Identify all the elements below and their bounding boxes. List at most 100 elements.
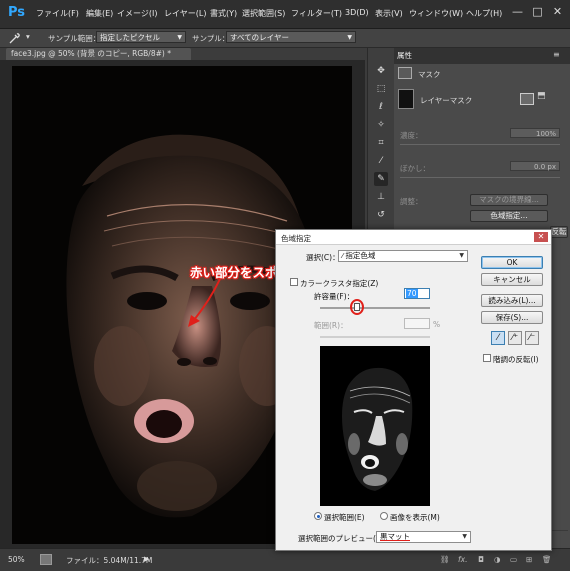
lasso-tool-icon[interactable]: ℓ [374,100,388,114]
export-icon[interactable] [40,554,52,565]
eyedropper-tool-icon[interactable]: ⁄ [374,154,388,168]
menu-window[interactable]: ウィンドウ(W) [409,8,463,19]
new-layer-icon[interactable]: ⊞ [526,555,532,564]
mask-section-title: マスク [418,70,441,79]
pixel-mask-button-icon[interactable] [520,93,534,105]
range-field[interactable] [404,318,430,329]
chevron-down-icon: ▼ [462,533,467,540]
panel-tab-bar [394,48,570,64]
cancel-button[interactable]: キャンセル [481,273,543,286]
tab-properties[interactable]: 属性 [397,50,412,61]
mask-icon [398,67,412,79]
panel-menu-icon[interactable]: ≡ [553,50,560,59]
close-window-icon[interactable]: ✕ [550,4,565,19]
fuzziness-field[interactable]: 70 [404,288,430,299]
fx-icon[interactable]: fx. [458,555,467,564]
radio-image[interactable] [380,512,388,520]
range-slider-track[interactable] [320,336,430,338]
sample-size-value: 指定したピクセル [100,33,160,42]
chevron-down-icon: ▼ [177,34,182,41]
invert-checkbox[interactable] [483,354,491,362]
history-brush-tool-icon[interactable]: ↺ [374,208,388,222]
feather-slider-track[interactable] [400,177,560,178]
select-dropdown[interactable]: ⁄ 指定色域 ▼ [338,250,468,262]
move-tool-icon[interactable]: ✥ [374,64,388,78]
sample-label: サンプル： [192,34,230,43]
feather-label: ぼかし： [400,164,430,173]
photoshop-logo: Ps [8,5,26,20]
invert-button[interactable]: 反転 [550,226,568,238]
sample-size-select[interactable]: 指定したピクセル ▼ [96,31,186,43]
status-bar: 50% ファイル：5.04M/11.7M ▶ ⛓ fx. ◘ ◑ ▭ ⊞ 🗑 [0,548,570,571]
adjustment-layer-icon[interactable]: ◑ [494,555,501,564]
stamp-tool-icon[interactable]: ⊥ [374,190,388,204]
menu-view[interactable]: 表示(V) [375,8,403,19]
eyedropper-icon[interactable]: ⁄ [491,331,505,345]
menu-edit[interactable]: 編集(E) [86,8,113,19]
preview-dropdown[interactable]: 黒マット ▼ [376,531,471,543]
menu-help[interactable]: ヘルプ(H) [466,8,502,19]
menu-filter[interactable]: フィルター(T) [291,8,342,19]
range-unit: % [433,320,441,329]
menu-layer[interactable]: レイヤー(L) [164,8,206,19]
density-field[interactable]: 100% [510,128,560,138]
menu-select[interactable]: 選択範囲(S) [242,8,285,19]
marquee-tool-icon[interactable]: ⬚ [374,82,388,96]
fuzziness-value: 70 [406,289,418,298]
radio-image-label: 画像を表示(M) [390,513,440,522]
range-label: 範囲(R)： [314,321,348,330]
density-slider-track[interactable] [400,144,560,145]
localized-clusters-checkbox[interactable] [290,278,298,286]
color-range-button[interactable]: 色域指定... [470,210,548,222]
menu-file[interactable]: ファイル(F) [36,8,79,19]
sample-value: すべてのレイヤー [230,33,289,42]
radio-selection[interactable] [314,512,322,520]
dialog-title-bar[interactable] [276,230,551,245]
sample-select[interactable]: すべてのレイヤー ▼ [226,31,356,43]
vector-mask-button-icon[interactable]: ⬒ [537,91,546,101]
fuzziness-slider-track[interactable] [320,307,430,309]
annotation-circle [350,299,365,315]
minimize-icon[interactable]: — [510,4,525,19]
save-button[interactable]: 保存(S)... [481,311,543,324]
preview-mask-image [342,367,413,491]
menu-type[interactable]: 書式(Y) [210,8,237,19]
annotation-arrow [188,278,221,327]
crop-tool-icon[interactable]: ⌗ [374,136,388,150]
magic-wand-tool-icon[interactable]: ✧ [374,118,388,132]
invert-label: 階調の反転(I) [493,355,539,364]
eyedropper-icon[interactable] [8,31,22,45]
ok-button[interactable]: OK [481,256,543,269]
feather-field[interactable]: 0.0 px [510,161,560,171]
layer-mask-thumbnail[interactable] [398,89,414,109]
document-tab[interactable]: face3.jpg @ 50% (背景 のコピー, RGB/8#) * [6,48,191,60]
options-bar: ▾ サンプル範囲： 指定したピクセル ▼ サンプル： すべてのレイヤー ▼ [0,29,570,48]
menu-3d[interactable]: 3D(D) [345,8,369,17]
density-label: 濃度： [400,131,423,140]
layer-mask-label: レイヤーマスク [420,96,473,105]
file-info: ファイル：5.04M/11.7M [66,556,153,565]
adjust-label: 調整： [400,197,423,206]
link-layers-icon[interactable]: ⛓ [440,555,450,564]
menu-image[interactable]: イメージ(I) [117,8,157,19]
group-folder-icon[interactable]: ▭ [510,555,517,564]
zoom-level[interactable]: 50% [8,555,25,564]
eyedropper-plus-icon[interactable]: ⁄⁺ [508,331,522,345]
preview-value: 黒マット [380,532,410,541]
status-menu-arrow-icon[interactable]: ▶ [144,555,149,563]
chevron-down-icon: ▼ [459,252,464,259]
eyedropper-minus-icon[interactable]: ⁄⁻ [525,331,539,345]
radio-selection-label: 選択範囲(E) [324,513,365,522]
maximize-icon[interactable]: □ [530,4,545,19]
menu-bar: Ps ファイル(F) 編集(E) イメージ(I) レイヤー(L) 書式(Y) 選… [0,0,570,29]
dialog-title: 色域指定 [281,234,311,243]
chevron-down-icon: ▼ [347,34,352,41]
load-button[interactable]: 読み込み(L)... [481,294,543,307]
close-icon[interactable]: ✕ [534,232,548,242]
add-mask-icon[interactable]: ◘ [478,555,484,564]
trash-icon[interactable]: 🗑 [542,555,552,564]
mask-edge-button[interactable]: マスクの境界線... [470,194,548,206]
color-range-dialog: 色域指定 ✕ 選択(C)： ⁄ 指定色域 ▼ カラークラスタ指定(Z) 許容量(F… [275,229,552,551]
brush-tool-icon[interactable]: ✎ [374,172,388,186]
tool-preset-arrow[interactable]: ▾ [26,32,30,41]
